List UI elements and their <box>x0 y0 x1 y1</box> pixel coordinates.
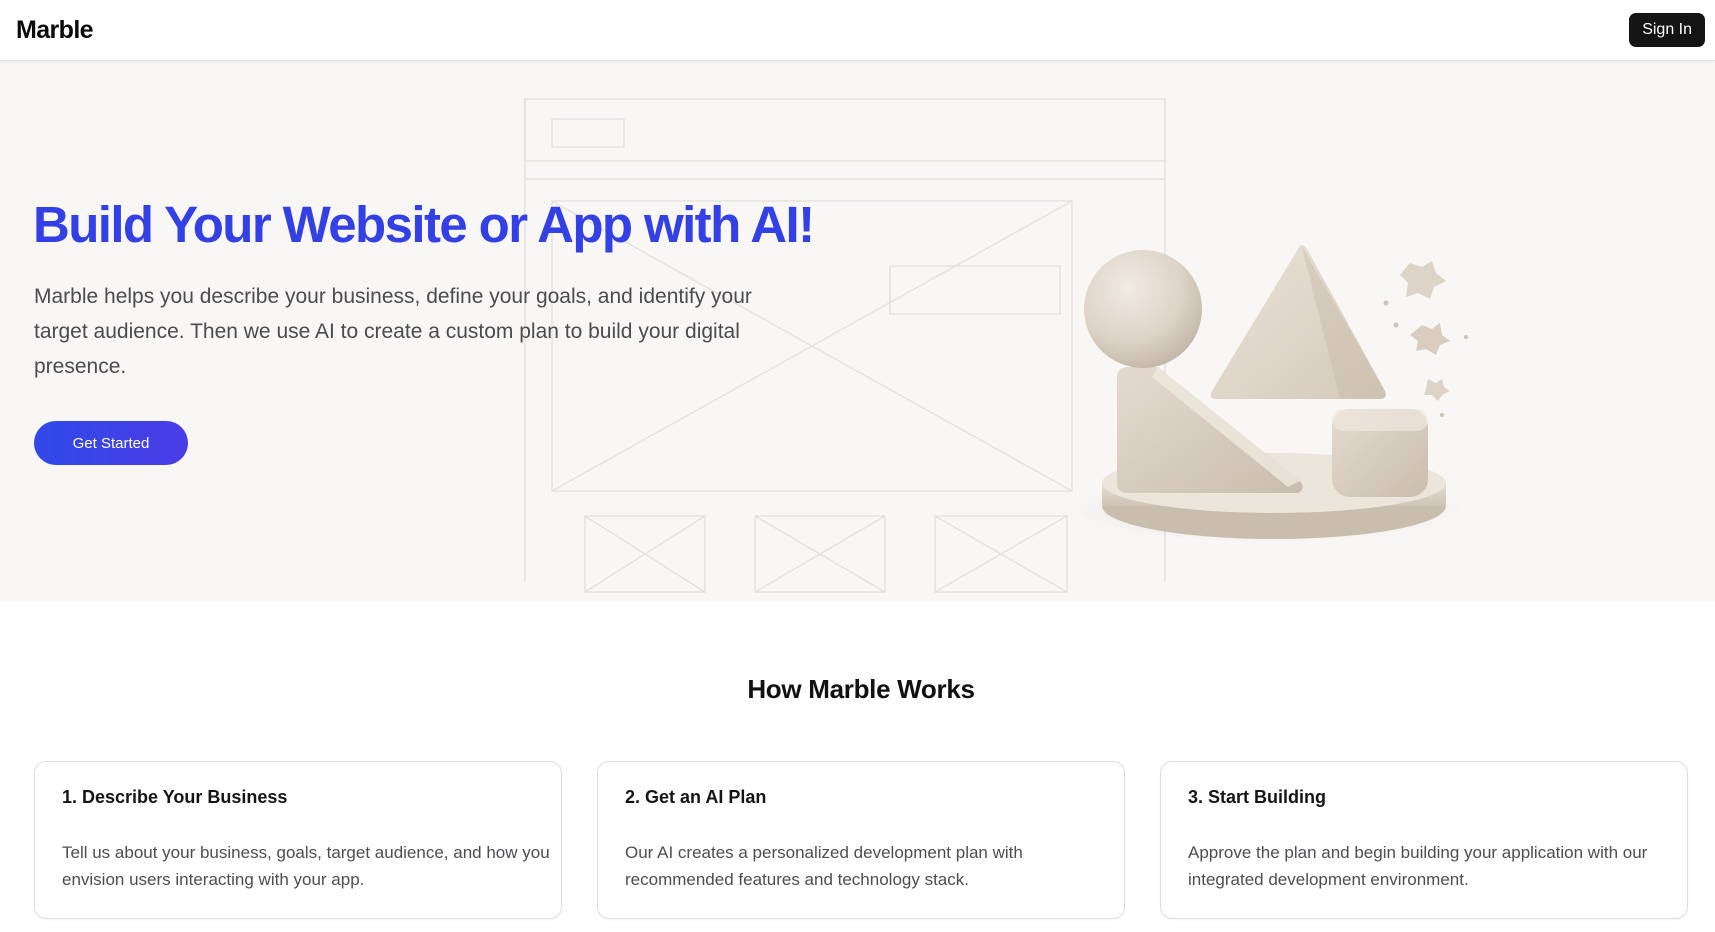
hero-title: Build Your Website or App with AI! <box>33 196 815 253</box>
step-card-description: Approve the plan and begin building your… <box>1188 843 1648 889</box>
step-card-title: 3. Start Building <box>1188 787 1327 807</box>
step-card-description: Our AI creates a personalized developmen… <box>625 843 1023 889</box>
step-card-title: 2. Get an AI Plan <box>625 787 767 807</box>
step-card-describe-business: 1. Describe Your Business Tell us about … <box>34 761 562 919</box>
hero-description: Marble helps you describe your business,… <box>34 285 752 378</box>
sign-in-button[interactable]: Sign In <box>1629 13 1705 47</box>
step-card-description: Tell us about your business, goals, targ… <box>62 843 550 889</box>
geometric-shapes-illustration <box>1065 245 1468 543</box>
get-started-button[interactable]: Get Started <box>34 421 188 465</box>
hero-section: Build Your Website or App with AI! Marbl… <box>0 61 1715 601</box>
step-card-title: 1. Describe Your Business <box>62 787 288 807</box>
step-card-start-building: 3. Start Building Approve the plan and b… <box>1160 761 1688 919</box>
marble-logo[interactable]: Marble <box>16 16 94 45</box>
top-navigation-bar: Marble Sign In <box>0 0 1715 61</box>
how-it-works-title: How Marble Works <box>747 674 975 704</box>
step-card-ai-plan: 2. Get an AI Plan Our AI creates a perso… <box>597 761 1125 919</box>
